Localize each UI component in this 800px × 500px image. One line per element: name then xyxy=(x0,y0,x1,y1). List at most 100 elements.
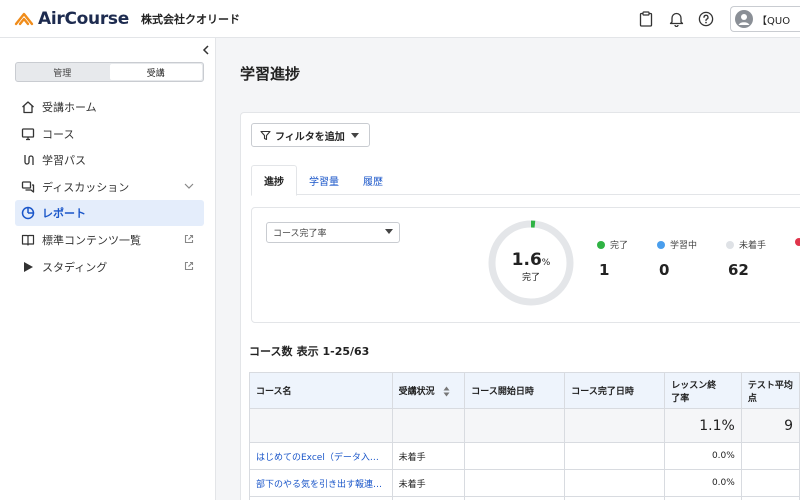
sidebar-item-label: スタディング xyxy=(42,260,108,274)
column-header-end-date[interactable]: コース完了日時 xyxy=(564,372,666,409)
sidebar-item-label: ディスカッション xyxy=(42,180,130,194)
app-header: AirCourse 株式会社クオリード 【QUO xyxy=(0,0,800,38)
course-count-range: 表示 1-25/63 xyxy=(296,345,370,358)
column-header-lesson-rate[interactable]: レッスン終 了率 xyxy=(664,372,742,409)
completion-label: 完了 xyxy=(521,273,540,283)
page-title: 学習進捗 xyxy=(240,65,301,83)
metric-select[interactable]: コース完了率 xyxy=(266,222,400,243)
summary-test-average: 9 xyxy=(740,408,800,443)
completion-rate: 1.6% xyxy=(486,250,576,270)
role-tab-admin[interactable]: 管理 xyxy=(16,63,109,81)
home-icon xyxy=(20,99,36,115)
monitor-icon xyxy=(20,126,36,142)
table-row xyxy=(249,496,800,500)
column-header-label: 受講状況 xyxy=(398,387,435,397)
legend-label: 未着手 xyxy=(739,241,767,251)
course-start xyxy=(464,469,566,497)
sidebar-item-learning-path[interactable]: 学習パス xyxy=(15,147,204,173)
column-header-test-average[interactable]: テスト平均点 xyxy=(740,372,800,409)
sidebar-item-label: 受講ホーム xyxy=(42,101,97,114)
course-count-label: コース数 xyxy=(249,345,293,358)
table-row: 部下のやる気を引き出す報連… 未着手 0.0% xyxy=(249,469,800,497)
course-end xyxy=(564,469,666,497)
report-tabs: 進捗 学習量 履歴 xyxy=(251,165,800,196)
completion-rate-unit: % xyxy=(541,258,551,268)
external-link-icon[interactable] xyxy=(182,232,196,246)
role-toggle: 管理 受講 xyxy=(15,62,204,82)
summary-lesson-rate: 1.1% xyxy=(664,408,742,443)
course-table: コース名 受講状況 コース開始日時 コース完了日時 レッスン終了率 テスト平均点… xyxy=(249,372,800,500)
legend-value: 62 xyxy=(728,261,749,279)
add-filter-button[interactable]: フィルタを追加 xyxy=(251,123,370,147)
sidebar-item-standard-contents[interactable]: 標準コンテンツ一覧 xyxy=(15,227,204,253)
caret-down-icon xyxy=(350,132,359,138)
tab-progress[interactable]: 進捗 xyxy=(251,165,297,196)
column-header-start-date[interactable]: コース開始日時 xyxy=(464,372,566,409)
user-name: 【QUO xyxy=(757,15,791,27)
table-row: はじめてのExcel（データ入… 未着手 0.0% xyxy=(249,442,800,470)
course-status: 未着手 xyxy=(391,469,466,497)
course-count: コース数 表示 1-25/63 xyxy=(249,343,369,359)
column-header-line: 点 xyxy=(747,393,757,404)
external-link-icon[interactable] xyxy=(182,259,196,273)
sidebar-item-discussion[interactable]: ディスカッション xyxy=(15,174,204,200)
aircourse-logo-icon xyxy=(14,12,34,25)
legend-completed: 完了 1 xyxy=(597,238,628,279)
sort-icon[interactable] xyxy=(443,386,450,397)
sidebar-item-course[interactable]: コース xyxy=(15,121,204,147)
legend-not-started: 未着手 62 xyxy=(726,238,766,279)
column-header-course-name[interactable]: コース名 xyxy=(249,372,393,409)
column-header-line: 了率 xyxy=(671,393,690,404)
tab-history[interactable]: 履歴 xyxy=(351,165,395,195)
stats-panel: コース完了率 1.6% 完了 完了 1 学習中 0 未着手 62 xyxy=(251,207,800,323)
column-header-line: レッスン終 xyxy=(671,380,717,391)
course-lesson-rate: 0.0% xyxy=(664,442,742,470)
report-icon xyxy=(20,205,36,221)
column-header-status[interactable]: 受講状況 xyxy=(391,372,466,409)
course-start xyxy=(464,442,566,470)
sidebar-item-label: コース xyxy=(42,127,75,141)
company-name: 株式会社クオリード xyxy=(140,12,240,26)
course-status: 未着手 xyxy=(391,442,466,470)
sidebar-item-learner-home[interactable]: 受講ホーム xyxy=(15,94,204,120)
legend-dot-in-progress xyxy=(657,240,665,249)
chat-icon xyxy=(20,179,36,195)
legend-dot-completed xyxy=(597,240,605,249)
sidebar-item-label: レポート xyxy=(42,207,86,221)
brand-name: AirCourse xyxy=(38,8,129,29)
legend-dot-other xyxy=(795,238,800,246)
help-icon[interactable] xyxy=(696,9,716,29)
legend-in-progress: 学習中 0 xyxy=(657,238,697,279)
chevron-down-icon[interactable] xyxy=(182,179,196,193)
sidebar: 管理 受講 受講ホーム コース 学習パス ディスカッション レポート 標準コンテ… xyxy=(0,38,216,500)
column-header-line: テスト平均 xyxy=(747,380,793,391)
sidebar-item-studying[interactable]: スタディング xyxy=(15,254,204,280)
collapse-sidebar-button[interactable] xyxy=(198,42,214,58)
course-name-link[interactable]: はじめてのExcel（データ入… xyxy=(249,442,393,470)
legend-value: 0 xyxy=(659,261,670,279)
legend-label: 完了 xyxy=(610,241,629,251)
bell-icon[interactable] xyxy=(666,9,686,29)
role-tab-learner[interactable]: 受講 xyxy=(109,64,202,80)
summary-row: 1.1% 9 xyxy=(249,408,800,443)
logo[interactable]: AirCourse xyxy=(14,9,129,29)
course-name-link[interactable]: 部下のやる気を引き出す報連… xyxy=(249,469,393,497)
add-filter-label: フィルタを追加 xyxy=(275,131,345,143)
path-icon xyxy=(20,152,36,168)
completion-rate-value: 1.6 xyxy=(511,250,542,270)
clipboard-icon[interactable] xyxy=(636,9,656,29)
legend-label: 学習中 xyxy=(670,241,698,251)
legend-other xyxy=(795,238,800,246)
legend-value: 1 xyxy=(599,261,610,279)
chevron-left-icon xyxy=(202,45,209,55)
sidebar-item-report[interactable]: レポート xyxy=(15,200,204,227)
caret-down-icon xyxy=(385,229,393,234)
metric-select-value: コース完了率 xyxy=(273,229,327,239)
play-icon xyxy=(20,259,36,275)
book-icon xyxy=(20,232,36,248)
legend-dot-not-started xyxy=(726,240,734,249)
user-menu[interactable]: 【QUO xyxy=(730,6,800,32)
filter-icon xyxy=(260,130,271,140)
tab-study-amount[interactable]: 学習量 xyxy=(297,165,351,195)
sidebar-item-label: 標準コンテンツ一覧 xyxy=(42,233,141,247)
